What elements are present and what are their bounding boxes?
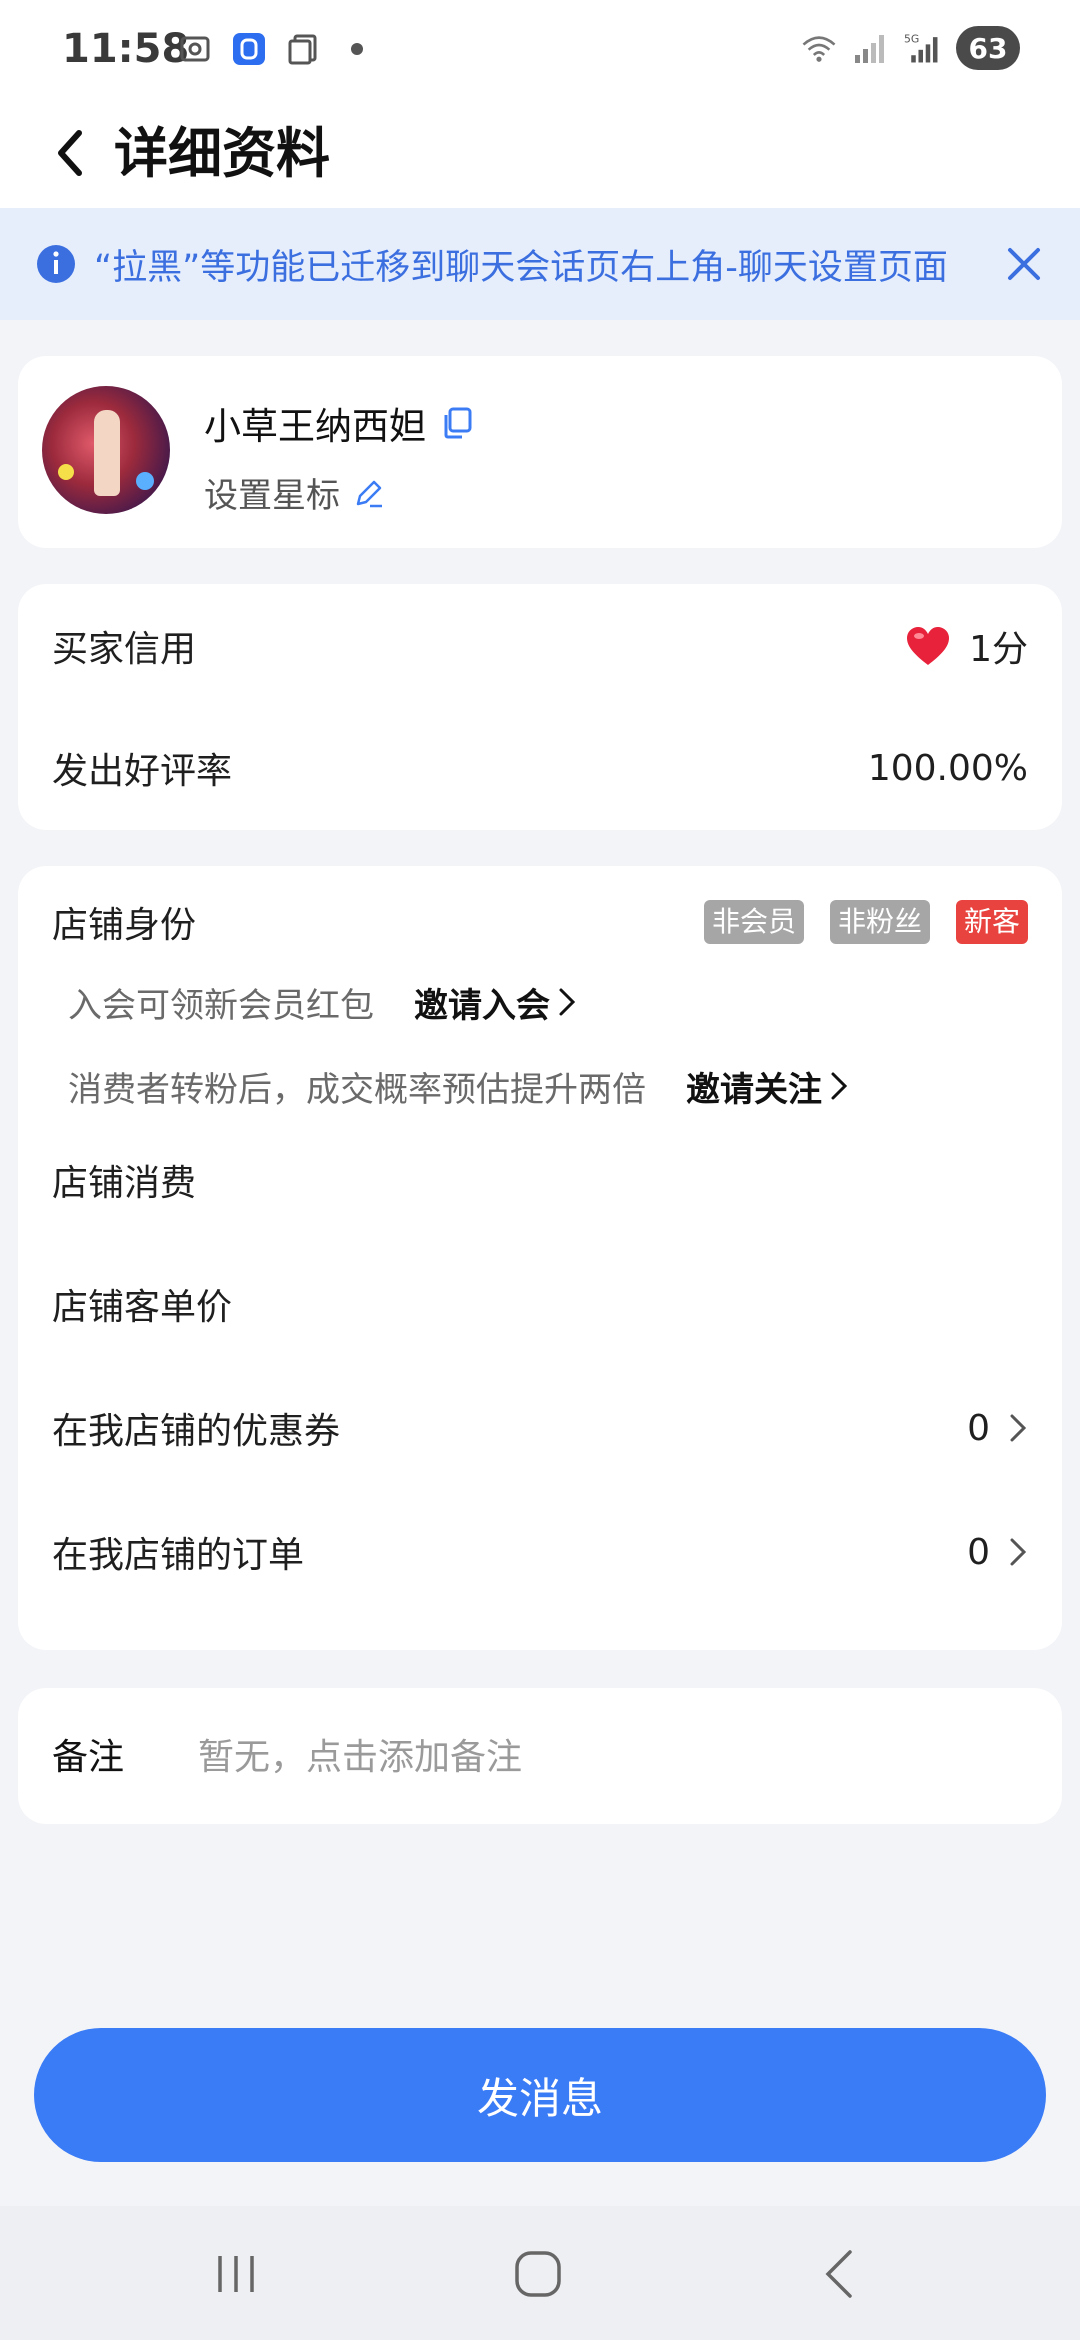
shop-orders-label: 在我店铺的订单 (52, 1535, 305, 1576)
shop-orders-value: 0 (967, 1531, 990, 1573)
shop-coupons-row[interactable]: 在我店铺的优惠券 0 (52, 1366, 1028, 1490)
remark-input[interactable]: 暂无，点击添加备注 (198, 1728, 522, 1780)
home-button[interactable] (508, 2244, 568, 2304)
app-icon (230, 30, 268, 68)
invite-member-button[interactable]: 邀请入会 (414, 978, 578, 1027)
svg-text:5G: 5G (904, 33, 919, 46)
shop-identity-label: 店铺身份 (52, 905, 197, 946)
buyer-credit-label: 买家信用 (52, 629, 197, 670)
good-rate-label: 发出好评率 (52, 751, 233, 792)
shop-consumption-label: 店铺消费 (52, 1163, 197, 1204)
shop-coupons-value: 0 (967, 1407, 990, 1449)
status-time: 11:58 (62, 26, 190, 72)
shop-coupons-value-group: 0 (967, 1408, 1028, 1449)
shop-orders-row[interactable]: 在我店铺的订单 0 (52, 1490, 1028, 1614)
chevron-right-icon (1010, 1538, 1027, 1566)
notice-text: “拉黑”等功能已迁移到聊天会话页右上角-聊天设置页面 (94, 247, 948, 288)
profile-name-row: 小草王纳西妲 (204, 396, 474, 450)
chevron-right-icon (831, 1072, 848, 1100)
tag-non-fan: 非粉丝 (829, 900, 930, 944)
remark-card[interactable]: 备注 暂无，点击添加备注 (18, 1688, 1062, 1824)
recent-apps-icon (218, 2256, 254, 2292)
shop-avg-price-row: 店铺客单价 (52, 1242, 1028, 1366)
fan-hint-text: 消费者转粉后，成交概率预估提升两倍 (68, 1069, 646, 1110)
remark-label: 备注 (52, 1737, 125, 1778)
buyer-credit-row: 买家信用 1分 (52, 584, 1028, 708)
member-hint-row: 入会可领新会员红包 邀请入会 (68, 962, 1028, 1042)
status-icons-left (176, 30, 376, 68)
identity-tags: 非会员 非粉丝 新客 (703, 900, 1028, 944)
copy-name-icon[interactable] (438, 405, 474, 441)
profile-card: 小草王纳西妲 设置星标 (18, 356, 1062, 548)
member-hint-text: 入会可领新会员红包 (68, 985, 374, 1026)
screenshot-icon (176, 30, 214, 68)
good-rate-row: 发出好评率 100.00% (52, 706, 1028, 830)
shop-avg-price-label: 店铺客单价 (52, 1287, 233, 1328)
dot-icon (338, 30, 376, 68)
shop-consumption-row: 店铺消费 (52, 1118, 1028, 1242)
buyer-credit-value: 1分 (969, 629, 1028, 670)
buyer-credit-value-group: 1分 (905, 620, 1028, 672)
wifi-icon (800, 29, 838, 67)
shop-card: 店铺身份 非会员 非粉丝 新客 入会可领新会员红包 邀请入会 消费者转粉后，成交… (18, 866, 1062, 1650)
shop-orders-value-group: 0 (967, 1532, 1028, 1573)
status-icons-right: 5G 63 (800, 26, 1020, 70)
invite-follow-label: 邀请关注 (686, 1069, 822, 1110)
tag-new-customer: 新客 (955, 900, 1028, 944)
profile-name: 小草王纳西妲 (204, 405, 426, 448)
back-button[interactable] (36, 118, 106, 188)
avatar[interactable] (42, 386, 170, 514)
system-back-button[interactable] (810, 2244, 870, 2304)
edit-icon (356, 480, 382, 507)
good-rate-value: 100.00% (867, 747, 1028, 789)
signal-icon (852, 29, 890, 67)
battery-indicator: 63 (956, 26, 1020, 70)
tag-non-member: 非会员 (703, 900, 804, 944)
copy-icon (284, 30, 322, 68)
notice-close-button[interactable] (1002, 242, 1046, 286)
page-title: 详细资料 (114, 122, 330, 185)
status-bar: 11:58 5G 63 (0, 0, 1080, 100)
set-star-label: 设置星标 (204, 476, 340, 516)
chevron-right-icon (559, 988, 576, 1016)
credit-card: 买家信用 1分 发出好评率 100.00% (18, 584, 1062, 830)
fan-hint-row: 消费者转粉后，成交概率预估提升两倍 邀请关注 (68, 1046, 1028, 1126)
info-icon (37, 245, 75, 283)
shop-coupons-label: 在我店铺的优惠券 (52, 1411, 341, 1452)
heart-icon (907, 627, 950, 665)
header: 详细资料 (0, 100, 1080, 208)
system-nav-bar (0, 2206, 1080, 2340)
chevron-right-icon (1010, 1414, 1027, 1442)
set-star-button[interactable]: 设置星标 (204, 468, 386, 517)
home-icon (515, 2251, 561, 2297)
chevron-left-icon (58, 130, 82, 176)
signal-5g-icon: 5G (904, 29, 942, 67)
invite-follow-button[interactable]: 邀请关注 (686, 1062, 850, 1111)
close-icon (1008, 248, 1040, 280)
invite-member-label: 邀请入会 (414, 985, 550, 1026)
notice-banner: “拉黑”等功能已迁移到聊天会话页右上角-聊天设置页面 (0, 208, 1080, 320)
chevron-left-icon (825, 2250, 852, 2298)
send-message-button[interactable]: 发消息 (34, 2028, 1046, 2162)
recent-apps-button[interactable] (206, 2244, 266, 2304)
